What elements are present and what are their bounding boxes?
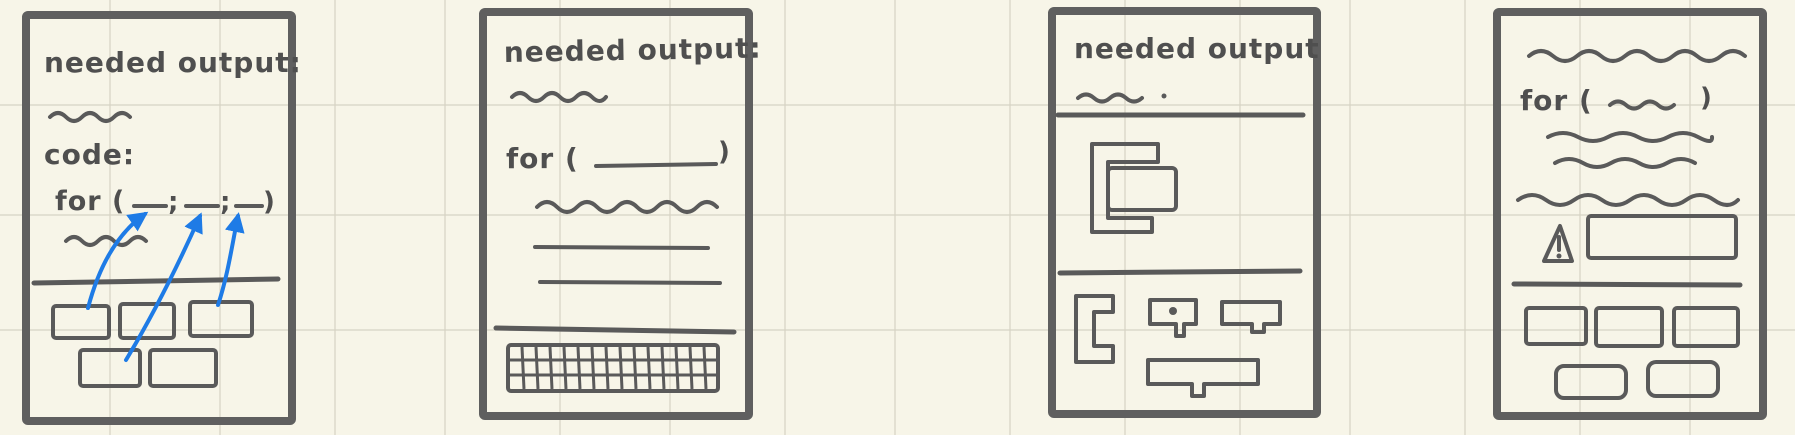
output-squiggle [1527, 49, 1747, 63]
for-closing-paren: ) [263, 187, 276, 217]
for-closing-paren: ) [1700, 83, 1713, 113]
keyboard-key-divider [604, 346, 610, 390]
answer-tile[interactable] [1554, 364, 1628, 400]
code-line-squiggle [1546, 131, 1715, 143]
frame-2: needed output: for ( ) [479, 8, 762, 420]
frame-2-heading: needed output: [504, 32, 762, 69]
error-message-box [1586, 214, 1738, 260]
frame-1: needed output: code: for ( ; ; ) [22, 11, 302, 425]
answer-tile[interactable] [148, 348, 218, 388]
output-squiggle [48, 111, 132, 123]
answer-tile[interactable] [1672, 306, 1740, 348]
answer-tile[interactable] [1594, 306, 1664, 348]
frame-3-divider-bottom [1057, 268, 1303, 276]
keyboard-key-divider [562, 346, 568, 390]
keyboard-key-divider [674, 346, 680, 390]
frame-4-for-keyword: for ( [1520, 84, 1593, 117]
keyboard-keys [510, 346, 716, 390]
keyboard-key-divider [688, 346, 694, 390]
keyboard-key-divider [576, 346, 582, 390]
nested-block[interactable] [1106, 166, 1178, 212]
frame-1-heading: needed output: [44, 46, 302, 79]
sketch-canvas: needed output: code: for ( ; ; ) needed … [0, 0, 1795, 435]
keyboard-key-divider [660, 346, 666, 390]
frame-1-code-label: code: [44, 138, 135, 171]
code-line-squiggle [1553, 157, 1697, 169]
frame-2-for-keyword: for ( [506, 142, 579, 175]
block-connector [1169, 307, 1177, 315]
keyboard-key-divider [632, 346, 638, 390]
output-dot [1161, 93, 1167, 99]
for-separator-1: ; [168, 187, 179, 217]
output-squiggle [1076, 92, 1144, 104]
for-closing-paren: ) [718, 137, 731, 167]
code-line-squiggle [1516, 193, 1740, 207]
palette-block[interactable] [1146, 358, 1260, 398]
code-line [538, 280, 722, 285]
frame-4-divider [1511, 281, 1743, 288]
frame-3: needed output [1048, 7, 1321, 418]
drag-arrow [216, 212, 245, 307]
frame-4: for ( ) [1493, 8, 1767, 420]
keyboard-key-divider [534, 346, 540, 390]
palette-block[interactable] [1220, 300, 1282, 334]
code-line [533, 245, 710, 250]
answer-tile[interactable] [1524, 306, 1588, 346]
body-squiggle [64, 235, 148, 247]
keyboard-key-divider [520, 346, 526, 390]
for-blank [594, 162, 718, 168]
keyboard-key-divider [590, 346, 596, 390]
frame-3-heading: needed output [1074, 32, 1320, 65]
output-squiggle [510, 91, 608, 103]
answer-tile[interactable] [51, 304, 111, 340]
keyboard-key-divider [618, 346, 624, 390]
code-line-squiggle [535, 200, 719, 214]
warning-triangle-icon [1542, 224, 1574, 263]
palette-loop-block[interactable] [1074, 294, 1115, 364]
keyboard-key-divider [646, 346, 652, 390]
answer-tile[interactable] [1646, 360, 1720, 398]
frame-1-divider [31, 276, 281, 286]
for-separator-2: ; [220, 187, 231, 217]
drag-arrow [86, 211, 149, 310]
keyboard[interactable] [506, 343, 720, 393]
frame-1-for-keyword: for ( [55, 186, 125, 217]
keyboard-key-divider [548, 346, 554, 390]
frame-2-divider [493, 325, 737, 335]
keyboard-key-divider [702, 346, 708, 390]
answer-tile[interactable] [188, 300, 254, 338]
